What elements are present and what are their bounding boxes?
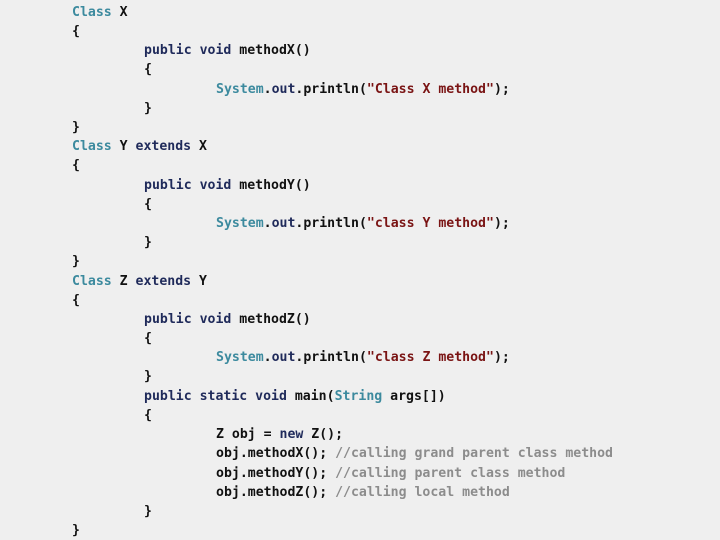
code-line: { [72,291,80,310]
code-line: Z obj = new Z(); [216,425,343,444]
code-line: { [144,406,152,425]
code-token-plain: Y [111,139,136,154]
code-token-type: System [216,216,264,231]
code-token-kw: new [279,427,304,442]
code-token-cm: //calling grand parent class method [335,446,613,461]
code-token-kw: public void [144,312,232,327]
code-token-plain: ); [493,350,510,365]
code-line: obj.methodY(); //calling parent class me… [216,464,565,483]
code-token-plain: obj.methodZ(); [216,485,336,500]
code-line: { [144,60,152,79]
code-line: public void methodZ() [144,310,311,329]
code-line: public void methodX() [144,41,311,60]
code-token-cm: //calling parent class method [335,466,566,481]
code-token-plain: ); [493,216,510,231]
code-token-kw: out [271,350,296,365]
code-token-plain: } [72,254,80,269]
code-token-str: "Class X method" [366,82,494,97]
code-token-plain: . [263,216,272,231]
code-token-plain: .println( [295,216,367,231]
code-token-plain: . [263,350,272,365]
code-token-plain: X [111,5,128,20]
code-token-kw: public void [144,43,232,58]
code-line: obj.methodZ(); //calling local method [216,483,510,502]
code-token-plain: { [144,197,152,212]
code-token-plain: } [144,101,152,116]
code-token-type: Class [72,139,112,154]
code-token-plain: { [72,158,80,173]
code-token-plain: Y [191,274,207,289]
code-line: Class Y extends X [72,137,207,156]
code-line: } [72,252,80,271]
code-line: } [144,367,152,386]
code-token-kw: public static void [144,389,287,404]
code-token-plain: { [72,293,80,308]
code-line: { [144,195,152,214]
code-token-plain: } [144,504,152,519]
code-line: { [72,156,80,175]
code-line: public static void main(String args[]) [144,387,446,406]
code-line: } [144,99,152,118]
code-token-type: Class [72,5,112,20]
code-token-plain: ); [493,82,510,97]
code-token-plain: methodZ() [231,312,311,327]
code-token-plain: methodY() [231,178,311,193]
code-token-plain: { [144,331,152,346]
code-line: } [144,233,152,252]
code-token-kw: out [271,216,296,231]
code-token-plain: .println( [295,350,367,365]
code-token-kw: extends [135,139,192,154]
code-token-plain: methodX() [231,43,311,58]
code-token-plain: obj.methodY(); [216,466,336,481]
code-token-plain: } [72,120,80,135]
code-token-plain: main( [286,389,335,404]
code-line: public void methodY() [144,176,311,195]
code-token-plain: } [72,523,80,538]
code-token-type: System [216,82,264,97]
code-line: } [144,502,152,521]
code-line: } [72,521,80,540]
code-token-plain: .println( [295,82,367,97]
code-token-kw: out [271,82,296,97]
code-token-type: Class [72,274,112,289]
code-line: } [72,118,80,137]
code-token-kw: extends [135,274,192,289]
code-token-plain: Z [111,274,136,289]
code-token-plain: args[]) [382,389,446,404]
code-token-plain: { [144,408,152,423]
code-token-str: "class Y method" [366,216,494,231]
code-token-plain: { [72,24,80,39]
code-token-plain: Z(); [303,427,344,442]
code-line: System.out.println("Class X method"); [216,80,510,99]
code-line: { [144,329,152,348]
code-token-kw: public void [144,178,232,193]
code-line: System.out.println("class Z method"); [216,348,510,367]
code-line: Class X [72,3,128,22]
code-line: { [72,22,80,41]
code-line: System.out.println("class Y method"); [216,214,510,233]
code-token-type: String [334,389,383,404]
code-line: obj.methodX(); //calling grand parent cl… [216,444,613,463]
code-token-cm: //calling local method [335,485,510,500]
code-token-str: "class Z method" [366,350,494,365]
code-token-plain: obj.methodX(); [216,446,336,461]
code-token-plain: Z obj = [216,427,280,442]
code-token-type: System [216,350,264,365]
code-token-plain: { [144,62,152,77]
code-token-plain: } [144,369,152,384]
code-token-plain: . [263,82,272,97]
code-token-plain: } [144,235,152,250]
code-token-plain: X [191,139,207,154]
code-line: Class Z extends Y [72,272,207,291]
